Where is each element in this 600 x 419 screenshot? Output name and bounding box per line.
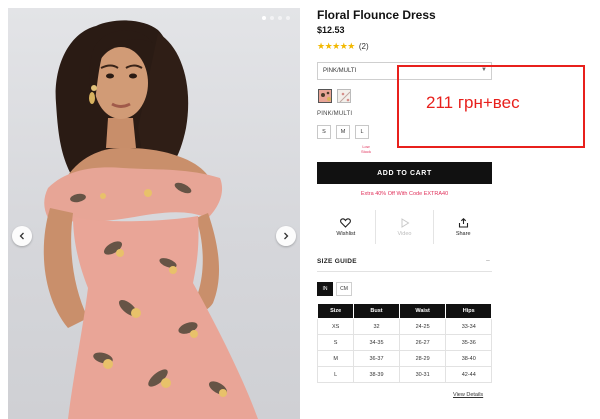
- video-label: Video: [397, 230, 412, 237]
- carousel-dot[interactable]: [278, 16, 282, 20]
- wishlist-button[interactable]: Wishlist: [317, 210, 376, 244]
- product-image-carousel[interactable]: [8, 8, 300, 419]
- unit-in-button[interactable]: IN: [317, 282, 333, 296]
- carousel-dot[interactable]: [286, 16, 290, 20]
- price-annotation-text: 211 грн+вес: [426, 93, 520, 112]
- product-actions: Wishlist Video Share: [317, 210, 492, 244]
- table-cell: M: [316, 350, 355, 367]
- table-cell: 36-37: [353, 350, 400, 367]
- size-option-s[interactable]: S: [317, 125, 331, 139]
- carousel-dot[interactable]: [262, 16, 266, 20]
- promo-message: Extra 40% Off With Code EXTRA40: [360, 191, 449, 197]
- view-details-link[interactable]: View Details: [453, 392, 483, 398]
- table-cell: 32: [353, 318, 400, 335]
- table-cell: S: [316, 334, 355, 351]
- share-label: Share: [455, 230, 471, 237]
- column-header: Hips: [445, 303, 492, 319]
- share-icon: [458, 217, 468, 228]
- table-cell: 35-36: [445, 334, 492, 351]
- carousel-prev-button[interactable]: [12, 226, 32, 246]
- color-swatches: [318, 89, 351, 103]
- column-header: Size: [316, 303, 355, 319]
- table-cell: 38-40: [445, 350, 492, 367]
- table-row: S 34-35 26-27 35-36: [316, 334, 492, 351]
- product-rating[interactable]: ★★★★★ (2): [317, 41, 369, 52]
- floral-swatch-icon: [321, 91, 331, 101]
- table-header-row: Size Bust Waist Hips: [316, 303, 492, 319]
- column-header: Waist: [398, 303, 447, 319]
- table-cell: 42-44: [445, 366, 492, 383]
- add-to-cart-button[interactable]: ADD TO CART: [317, 162, 492, 184]
- low-stock-badge: Low Stock: [360, 144, 371, 154]
- size-option-m[interactable]: M: [336, 125, 350, 139]
- product-price: $12.53: [317, 25, 345, 35]
- price-annotation-box: 211 грн+вес: [397, 65, 585, 148]
- table-row: M 36-37 28-29 38-40: [316, 350, 492, 367]
- chevron-left-icon: [19, 232, 24, 240]
- size-option-l[interactable]: L: [355, 125, 369, 139]
- chevron-right-icon: [284, 232, 289, 240]
- table-cell: 26-27: [398, 334, 447, 351]
- heart-icon: [340, 217, 352, 228]
- share-button[interactable]: Share: [434, 210, 492, 244]
- table-cell: XS: [316, 318, 355, 335]
- carousel-next-button[interactable]: [276, 226, 296, 246]
- size-guide-title: SIZE GUIDE: [317, 258, 357, 265]
- review-count[interactable]: (2): [359, 42, 369, 51]
- play-icon: [401, 217, 409, 228]
- table-cell: L: [316, 366, 355, 383]
- collapse-icon[interactable]: –: [486, 257, 490, 264]
- product-title: Floral Flounce Dress: [317, 8, 436, 22]
- unit-toggle: IN CM: [317, 282, 352, 296]
- table-cell: 30-31: [398, 366, 447, 383]
- table-cell: 24-25: [398, 318, 447, 335]
- floral-swatch-icon: [339, 91, 350, 102]
- table-cell: 38-39: [353, 366, 400, 383]
- product-photo: [43, 20, 258, 419]
- carousel-dots: [262, 16, 290, 20]
- carousel-dot[interactable]: [270, 16, 274, 20]
- table-row: XS 32 24-25 33-34: [316, 318, 492, 335]
- color-swatch-pink-multi[interactable]: [318, 89, 332, 103]
- size-guide-table: Size Bust Waist Hips XS 32 24-25 33-34 S…: [316, 303, 492, 383]
- color-swatch-white-floral[interactable]: [337, 89, 351, 103]
- size-selector: S M L: [317, 125, 369, 139]
- table-cell: 33-34: [445, 318, 492, 335]
- video-button[interactable]: Video: [376, 210, 435, 244]
- table-row: L 38-39 30-31 42-44: [316, 366, 492, 383]
- color-dropdown-value: PINK/MULTI: [323, 68, 357, 74]
- table-cell: 34-35: [353, 334, 400, 351]
- size-guide-header[interactable]: SIZE GUIDE –: [317, 257, 492, 272]
- column-header: Bust: [353, 303, 400, 319]
- wishlist-label: Wishlist: [336, 230, 356, 237]
- star-rating-icon: ★★★★★: [317, 41, 355, 51]
- unit-cm-button[interactable]: CM: [336, 282, 352, 296]
- selected-color-label: PINK/MULTI: [317, 111, 353, 117]
- table-cell: 28-29: [398, 350, 447, 367]
